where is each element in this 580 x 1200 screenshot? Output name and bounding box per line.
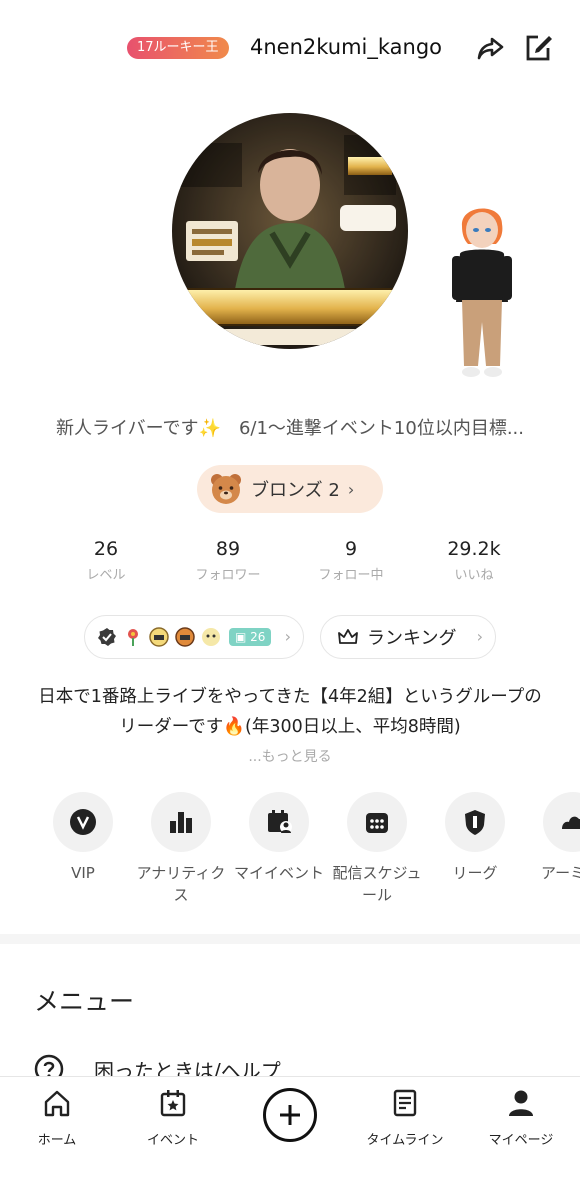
avatar-3d-character[interactable] bbox=[446, 196, 518, 386]
badge-count-value: 26 bbox=[250, 630, 266, 644]
tab-label: イベント bbox=[146, 1133, 199, 1148]
timeline-icon bbox=[393, 1089, 417, 1117]
home-icon bbox=[44, 1090, 70, 1117]
stat-likes[interactable]: 29.2k いいね bbox=[419, 538, 529, 583]
chevron-right-icon: › bbox=[476, 627, 483, 646]
shortcut-label: マイイベント bbox=[233, 864, 324, 882]
flower-badge-icon bbox=[128, 629, 138, 646]
tab-my-page[interactable]: マイページ bbox=[476, 1087, 566, 1148]
analytics-icon bbox=[170, 812, 192, 833]
bottom-tab-bar: ホーム イベント タイムライン マイページ bbox=[0, 1076, 580, 1200]
shortcut-row: VIP アナリティクス マイイベント 配信スケジュール リーグ アーミ bbox=[0, 792, 580, 912]
chevron-right-icon: › bbox=[284, 627, 291, 646]
shortcut-my-event[interactable]: マイイベント bbox=[229, 792, 329, 884]
tab-label: タイムライン bbox=[366, 1133, 444, 1148]
chevron-right-icon: › bbox=[347, 479, 355, 499]
face-badge-icon bbox=[175, 627, 195, 647]
my-event-icon bbox=[268, 810, 292, 833]
stats-row: 26 レベル 89 フォロワー 9 フォロー中 29.2k いいね bbox=[0, 538, 580, 588]
plus-icon bbox=[280, 1105, 300, 1125]
stat-label: いいね bbox=[454, 568, 494, 583]
stat-value: 89 bbox=[215, 538, 241, 560]
shortcut-label: VIP bbox=[71, 864, 95, 882]
tab-home[interactable]: ホーム bbox=[12, 1087, 102, 1148]
vip-icon bbox=[70, 809, 96, 835]
face-badge-icon bbox=[149, 627, 169, 647]
shortcut-league[interactable]: リーグ bbox=[425, 792, 525, 884]
edit-icon[interactable] bbox=[522, 32, 554, 64]
bio-line[interactable]: 新人ライバーです✨ 6/1～進撃イベント10位以内目標... bbox=[0, 414, 580, 440]
see-more-link[interactable]: ...もっと見る bbox=[0, 746, 580, 766]
ranking-button[interactable]: ランキング › bbox=[320, 615, 496, 659]
schedule-icon bbox=[366, 813, 388, 833]
shortcut-label: アナリティクス bbox=[136, 864, 226, 904]
tab-label: ホーム bbox=[37, 1133, 77, 1148]
section-divider bbox=[0, 934, 580, 944]
stat-label: フォロワー bbox=[195, 568, 261, 583]
stat-label: レベル bbox=[86, 568, 126, 583]
stat-value: 29.2k bbox=[447, 538, 501, 560]
shortcut-analytics[interactable]: アナリティクス bbox=[131, 792, 231, 906]
share-icon[interactable] bbox=[474, 32, 506, 64]
face-badge-icon bbox=[202, 628, 220, 646]
stat-level[interactable]: 26 レベル bbox=[51, 538, 161, 583]
crown-icon bbox=[338, 629, 358, 644]
profile-header: 17ルーキー王 4nen2kumi_kango bbox=[0, 28, 580, 68]
profile-description: 日本で1番路上ライブをやってきた【4年2組】というグループのリーダーです🔥(年3… bbox=[38, 687, 542, 737]
stat-value: 9 bbox=[344, 538, 358, 560]
rank-label: ブロンズ 2 bbox=[251, 480, 340, 501]
bear-icon bbox=[211, 474, 241, 504]
ranking-label: ランキング bbox=[367, 628, 457, 649]
shortcut-label: アーミ bbox=[541, 864, 580, 882]
menu-title: メニュー bbox=[34, 987, 135, 1016]
shortcut-vip[interactable]: VIP bbox=[33, 792, 133, 884]
bag-icon: ▣ bbox=[235, 630, 247, 644]
post-button[interactable] bbox=[263, 1088, 317, 1142]
tab-event[interactable]: イベント bbox=[128, 1087, 218, 1148]
stat-following[interactable]: 9 フォロー中 bbox=[296, 538, 406, 583]
league-icon bbox=[465, 810, 485, 835]
badge-count: ▣ 26 bbox=[229, 628, 272, 646]
rank-button[interactable]: ブロンズ 2 › bbox=[197, 465, 383, 513]
badges-button[interactable]: ▣ 26 › bbox=[84, 615, 304, 659]
stat-followers[interactable]: 89 フォロワー bbox=[173, 538, 283, 583]
shortcut-label: リーグ bbox=[452, 864, 498, 882]
shortcut-army[interactable]: アーミ bbox=[523, 792, 580, 884]
rookie-badge[interactable]: 17ルーキー王 bbox=[127, 37, 229, 59]
shortcut-label: 配信スケジュール bbox=[332, 864, 422, 904]
event-icon bbox=[160, 1090, 186, 1117]
username: 4nen2kumi_kango bbox=[250, 35, 443, 59]
stat-value: 26 bbox=[93, 538, 119, 560]
profile-picture[interactable] bbox=[172, 113, 408, 349]
verified-badge-icon bbox=[98, 628, 116, 646]
army-icon bbox=[562, 816, 580, 829]
tab-label: マイページ bbox=[488, 1133, 554, 1148]
tab-timeline[interactable]: タイムライン bbox=[360, 1087, 450, 1148]
stat-label: フォロー中 bbox=[318, 568, 384, 583]
shortcut-schedule[interactable]: 配信スケジュール bbox=[327, 792, 427, 906]
profile-icon bbox=[509, 1090, 533, 1116]
